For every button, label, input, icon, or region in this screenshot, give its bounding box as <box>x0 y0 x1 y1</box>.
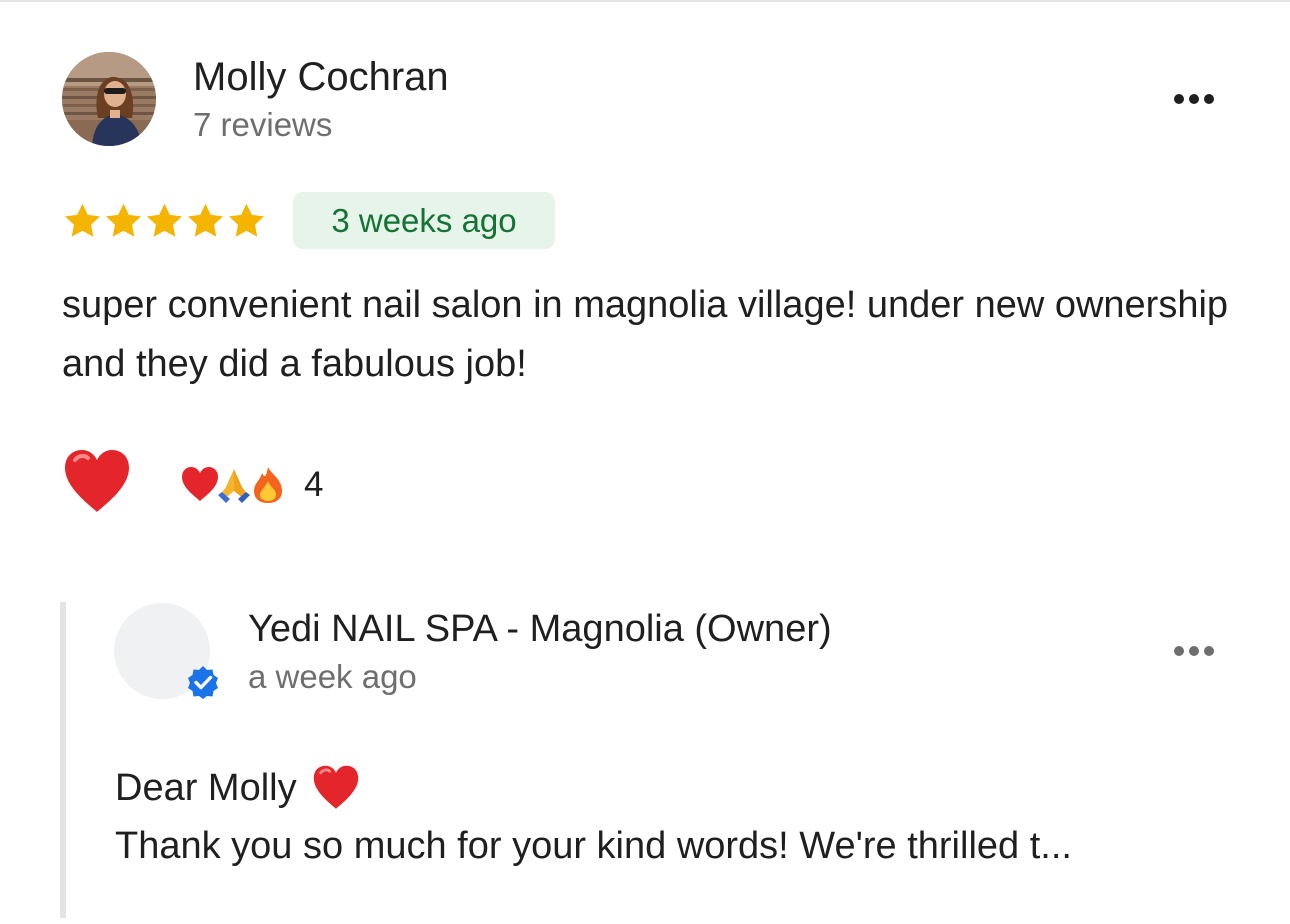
reactions-summary[interactable]: 4 <box>180 459 323 511</box>
reviewer-avatar[interactable] <box>62 52 156 146</box>
review-text: super convenient nail salon in magnolia … <box>62 284 1229 385</box>
fire-emoji-icon <box>254 467 282 503</box>
reply-more-options-button[interactable] <box>1164 631 1224 671</box>
reply-greeting-line: Dear Molly <box>115 760 361 816</box>
owner-reply-time: a week ago <box>248 658 417 695</box>
star-icon <box>226 199 267 243</box>
star-icon <box>62 199 103 243</box>
star-rating <box>62 199 267 243</box>
reaction-count: 4 <box>304 465 324 504</box>
profile-photo <box>62 52 156 146</box>
heart-emoji-icon <box>313 765 358 809</box>
react-heart-button[interactable] <box>61 446 133 518</box>
reply-greeting: Dear Molly <box>115 767 297 809</box>
review-time-badge: 3 weeks ago <box>293 192 555 249</box>
more-horizontal-icon <box>1174 646 1184 656</box>
star-icon <box>185 199 226 243</box>
reviewer-name[interactable]: Molly Cochran <box>193 52 449 102</box>
star-icon <box>144 199 185 243</box>
heart-emoji-icon <box>65 450 129 512</box>
top-divider <box>0 0 1290 2</box>
reply-indent-bar <box>60 602 66 918</box>
verified-badge-icon <box>186 665 220 699</box>
review-more-options-button[interactable] <box>1164 79 1224 119</box>
more-horizontal-icon <box>1174 94 1184 104</box>
star-icon <box>103 199 144 243</box>
reply-text[interactable]: Thank you so much for your kind words! W… <box>115 818 1225 874</box>
owner-name[interactable]: Yedi NAIL SPA - Magnolia (Owner) <box>248 605 832 653</box>
reviewer-review-count: 7 reviews <box>193 106 333 143</box>
